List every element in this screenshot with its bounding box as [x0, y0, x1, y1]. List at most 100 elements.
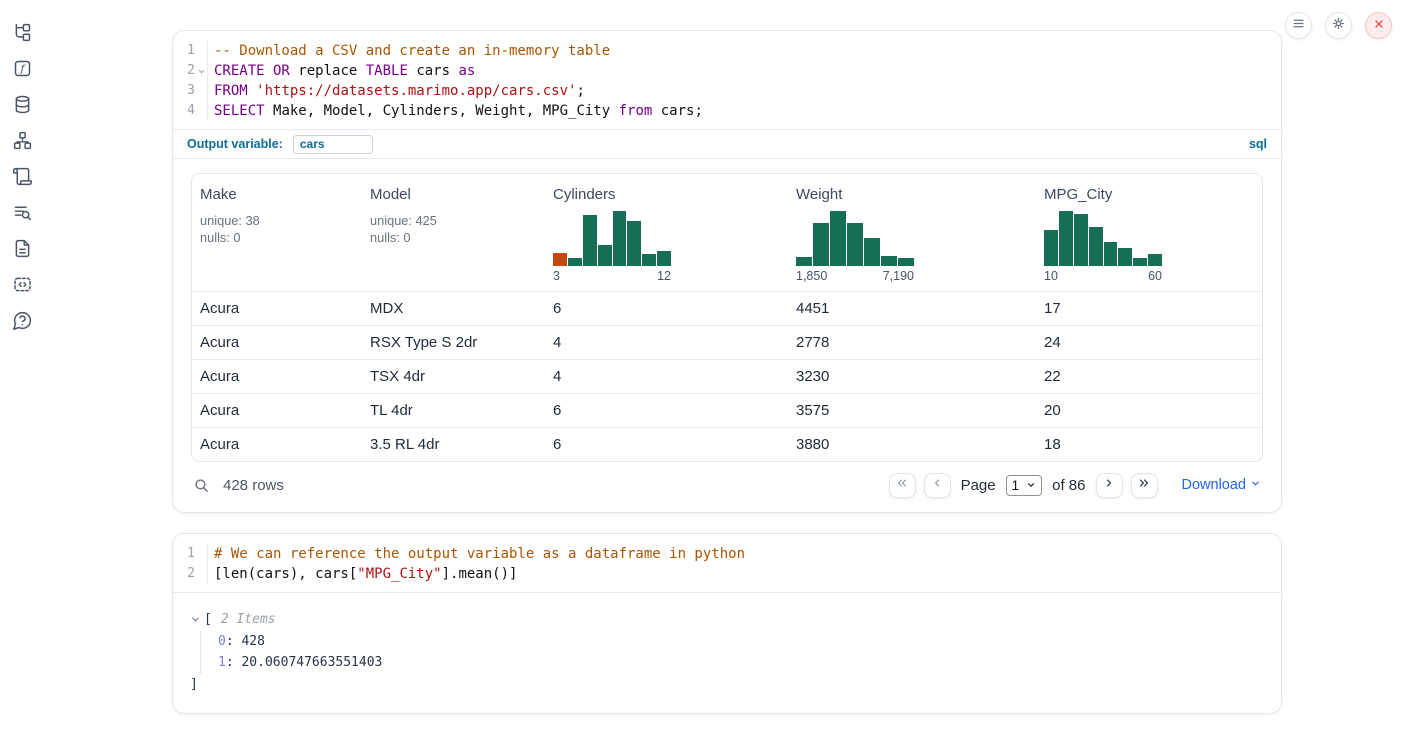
code-text: -- Download a CSV and create an in-memor…	[208, 41, 610, 61]
histogram-bar	[642, 254, 656, 266]
download-button[interactable]: Download	[1182, 477, 1262, 493]
column-histogram: 10 60	[1044, 211, 1162, 283]
sql-editor[interactable]: 1 -- Download a CSV and create an in-memo…	[173, 31, 1281, 159]
histogram-bars	[796, 211, 914, 266]
histogram-bar	[881, 256, 897, 266]
table-cell: 18	[1036, 436, 1263, 453]
output-variable-row: Output variable: sql	[173, 129, 1281, 158]
column-name: MPG_City	[1044, 186, 1256, 203]
column-histogram: 312	[553, 211, 671, 283]
histogram-bar	[1133, 258, 1147, 266]
collapse-chevron-icon[interactable]	[190, 614, 201, 625]
table-cell: RSX Type S 2dr	[362, 334, 545, 351]
column-header-model[interactable]: Modelunique: 425nulls: 0	[362, 186, 545, 283]
column-header-weight[interactable]: Weight1,8507,190	[788, 186, 1036, 283]
documentation-icon[interactable]	[12, 238, 33, 259]
page-total: of 86	[1052, 477, 1085, 494]
stat-line: nulls: 0	[200, 229, 354, 246]
histogram-bar	[553, 253, 567, 266]
settings-button[interactable]	[1325, 12, 1352, 39]
code-token: cars;	[661, 103, 703, 119]
column-name: Cylinders	[553, 186, 780, 203]
line-number: 2	[173, 564, 195, 584]
histogram-bar	[627, 221, 641, 266]
histogram-bar	[1089, 227, 1103, 266]
axis-max-label: 60	[1148, 269, 1162, 283]
code-token: FROM	[214, 83, 256, 99]
first-page-button[interactable]	[889, 473, 916, 498]
page-select-value: 1	[1012, 478, 1020, 493]
menu-button[interactable]	[1285, 12, 1312, 39]
column-header-mpg_city[interactable]: MPG_City 10 60	[1036, 186, 1263, 283]
code-token: TABLE	[366, 63, 417, 79]
notebook-body: 1 -- Download a CSV and create an in-memo…	[172, 0, 1282, 714]
python-editor[interactable]: 1# We can reference the output variable …	[173, 534, 1281, 593]
table-cell: 22	[1036, 368, 1263, 385]
histogram-bar	[1059, 211, 1073, 266]
python-cell: 1# We can reference the output variable …	[172, 533, 1282, 714]
chevrons-right-icon	[1137, 476, 1151, 495]
line-number: 1	[173, 41, 195, 61]
open-bracket: [	[204, 609, 212, 631]
fold-chevron-icon[interactable]	[195, 67, 207, 76]
table-cell: 6	[545, 300, 788, 317]
stat-line: unique: 38	[200, 212, 354, 229]
table-cell: 6	[545, 402, 788, 419]
column-stats: unique: 38nulls: 0	[200, 212, 354, 246]
chevron-left-icon	[930, 476, 944, 495]
table-cell: 6	[545, 436, 788, 453]
axis-min-label: 10	[1044, 269, 1058, 283]
shutdown-button[interactable]	[1365, 12, 1392, 39]
scratchpad-icon[interactable]	[12, 166, 33, 187]
page-select[interactable]: 1	[1006, 475, 1043, 496]
code-text: SELECT Make, Model, Cylinders, Weight, M…	[208, 101, 703, 121]
code-token: from	[619, 103, 661, 119]
table-cell: 2778	[788, 334, 1036, 351]
python-output: [ 2 Items 0: 428 1: 20.060747663551403 ]	[173, 593, 1281, 713]
data-table: Makeunique: 38nulls: 0Modelunique: 425nu…	[191, 173, 1263, 462]
table-footer: 428 rows Page 1	[191, 462, 1263, 508]
last-page-button[interactable]	[1131, 473, 1158, 498]
search-icon[interactable]	[193, 477, 210, 494]
logs-icon[interactable]	[12, 202, 33, 223]
code-token: replace	[298, 63, 365, 79]
row-count: 428 rows	[223, 477, 284, 494]
variables-icon[interactable]: f	[12, 58, 33, 79]
table-cell: Acura	[192, 334, 362, 351]
prev-page-button[interactable]	[924, 473, 951, 498]
column-header-cylinders[interactable]: Cylinders 312	[545, 186, 788, 283]
column-header-make[interactable]: Makeunique: 38nulls: 0	[192, 186, 362, 283]
tree-children: 0: 428 1: 20.060747663551403	[200, 631, 1265, 674]
histogram-bar	[1118, 248, 1132, 266]
table-cell: 4	[545, 334, 788, 351]
histogram-bar	[598, 245, 612, 266]
language-badge[interactable]: sql	[1249, 137, 1267, 151]
code-line: 4SELECT Make, Model, Cylinders, Weight, …	[173, 101, 1281, 121]
help-icon[interactable]	[12, 310, 33, 331]
output-variable-input[interactable]	[293, 135, 373, 154]
line-number: 1	[173, 544, 195, 564]
entry-key: 0	[218, 631, 226, 653]
table-cell: 24	[1036, 334, 1263, 351]
code-token: Make, Model, Cylinders, Weight, MPG_City	[273, 103, 619, 119]
page-label: Page	[961, 477, 996, 494]
code-line: 1# We can reference the output variable …	[173, 544, 1281, 564]
code-line: 3FROM 'https://datasets.marimo.app/cars.…	[173, 81, 1281, 101]
notebook-actions	[1285, 12, 1392, 39]
sidebar: f	[0, 0, 44, 729]
table-cell: Acura	[192, 402, 362, 419]
file-explorer-icon[interactable]	[12, 22, 33, 43]
histogram-bar	[1148, 254, 1162, 266]
table-cell: 3.5 RL 4dr	[362, 436, 545, 453]
line-number-gutter: 2	[173, 564, 208, 584]
histogram-bar	[864, 238, 880, 266]
dependency-graph-icon[interactable]	[12, 130, 33, 151]
table-row: AcuraRSX Type S 2dr4277824	[192, 325, 1262, 359]
snippets-icon[interactable]	[12, 274, 33, 295]
datasources-icon[interactable]	[12, 94, 33, 115]
entry-value: 20.060747663551403	[241, 652, 382, 674]
next-page-button[interactable]	[1096, 473, 1123, 498]
code-token: as	[458, 63, 475, 79]
histogram-bar	[1074, 214, 1088, 266]
chevron-down-icon	[1026, 478, 1036, 493]
